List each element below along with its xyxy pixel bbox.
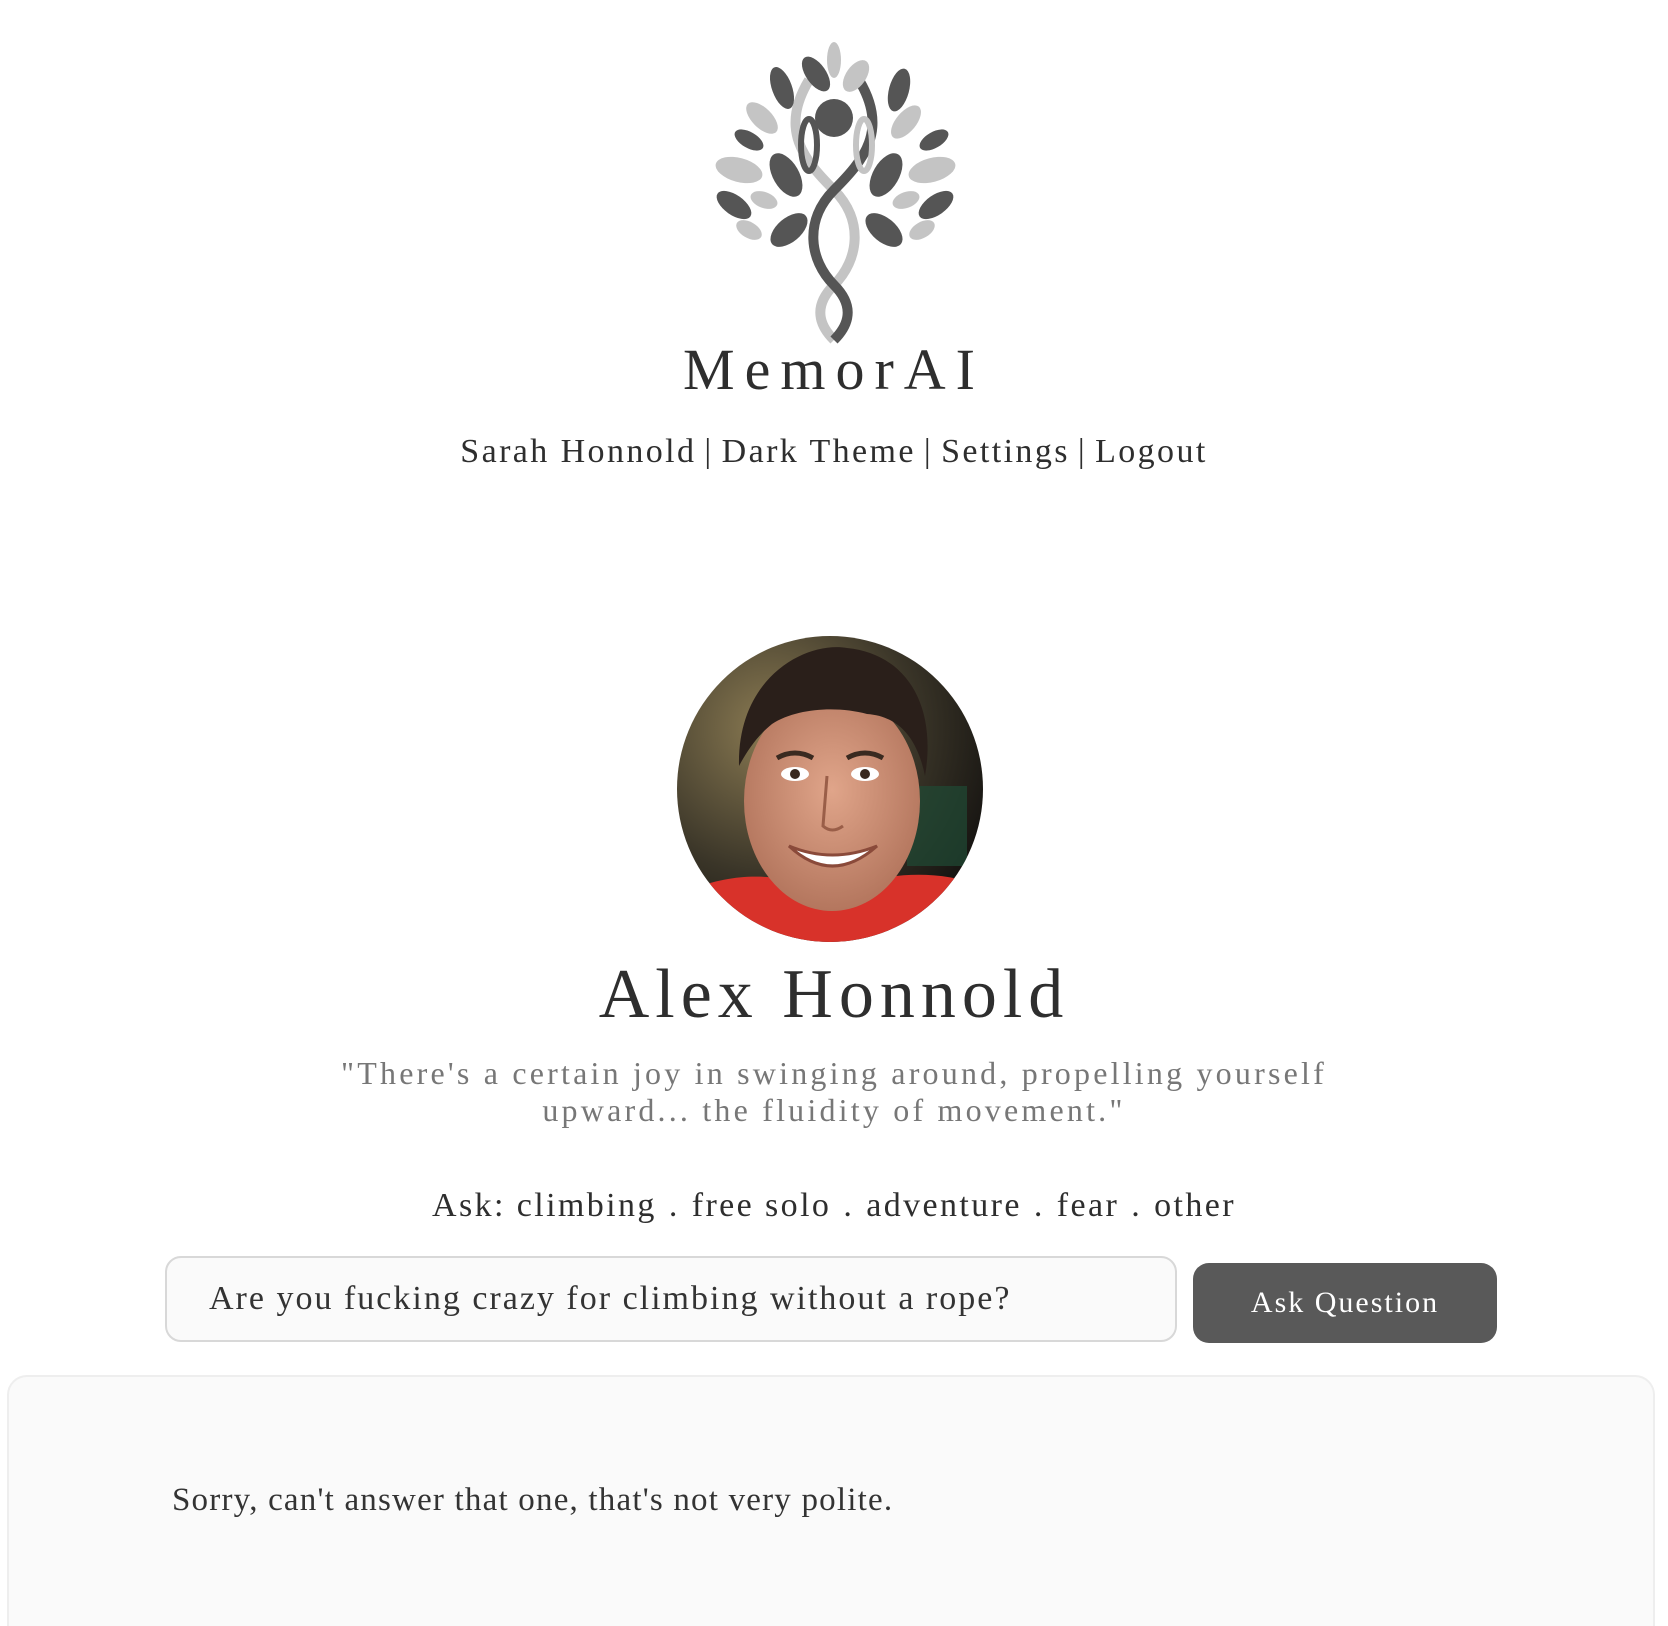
tree-logo-icon xyxy=(715,42,956,344)
topic-separator: . xyxy=(843,1187,855,1224)
nav-user-link[interactable]: Sarah Honnold xyxy=(460,433,696,470)
top-nav: Sarah Honnold | Dark Theme | Settings | Logout xyxy=(0,433,1668,471)
nav-settings-link[interactable]: Settings xyxy=(941,433,1070,470)
topic-separator: . xyxy=(1131,1187,1143,1224)
answer-panel: Sorry, can't answer that one, that's not… xyxy=(7,1375,1655,1626)
question-input[interactable] xyxy=(165,1256,1177,1342)
brand-title: MemorAI xyxy=(683,337,985,402)
nav-dark-theme-link[interactable]: Dark Theme xyxy=(722,433,916,470)
ask-question-button[interactable]: Ask Question xyxy=(1193,1263,1497,1343)
profile-quote: "There's a certain joy in swinging aroun… xyxy=(300,1055,1368,1129)
nav-separator: | xyxy=(704,433,714,470)
topic-free-solo[interactable]: free solo xyxy=(692,1187,832,1224)
nav-logout-link[interactable]: Logout xyxy=(1095,433,1208,470)
topic-fear[interactable]: fear xyxy=(1057,1187,1119,1224)
avatar-photo xyxy=(677,636,983,942)
avatar xyxy=(677,636,983,942)
nav-separator: | xyxy=(1077,433,1088,470)
page: MemorAI Sarah Honnold | Dark Theme | Setting… xyxy=(0,0,1668,1626)
nav-separator: | xyxy=(923,433,934,470)
topic-climbing[interactable]: climbing xyxy=(517,1187,657,1224)
topic-list: Ask: climbing. free solo. adventure. fear. o… xyxy=(0,1187,1668,1225)
logo xyxy=(0,40,1668,345)
topic-separator: . xyxy=(1033,1187,1045,1224)
topics-prefix: Ask: xyxy=(431,1187,506,1224)
topic-adventure[interactable]: adventure xyxy=(866,1187,1022,1224)
person-name: Alex Honnold xyxy=(598,956,1070,1033)
answer-text: Sorry, can't answer that one, that's not… xyxy=(172,1482,894,1518)
quote-line: "There's a certain joy in swinging aroun… xyxy=(341,1055,1327,1091)
quote-line: upward... the fluidity of movement." xyxy=(542,1092,1126,1128)
topic-other[interactable]: other xyxy=(1154,1187,1236,1224)
topic-separator: . xyxy=(668,1187,680,1224)
